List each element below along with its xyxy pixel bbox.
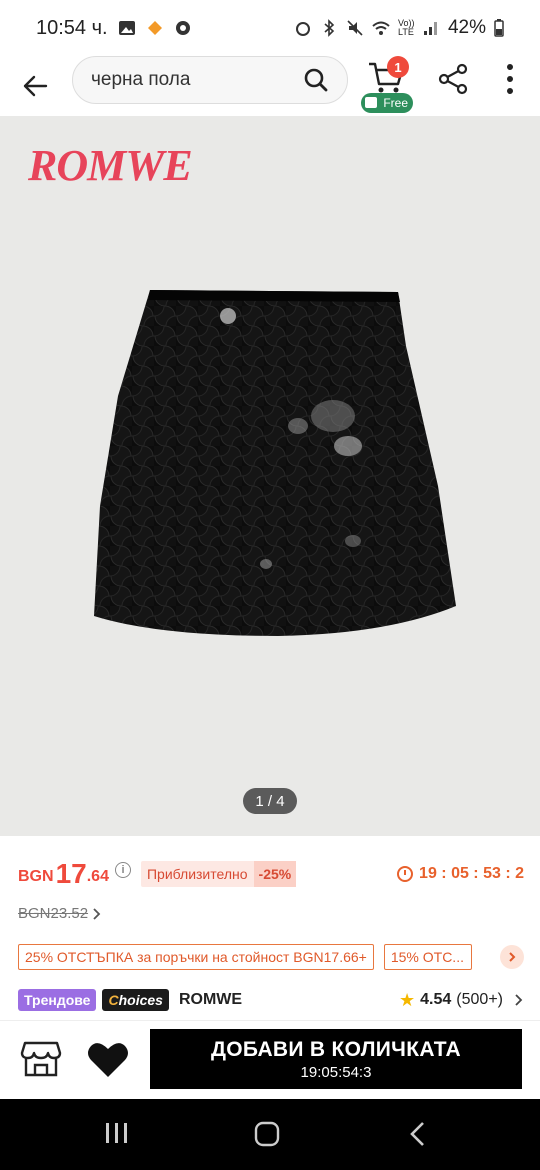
add-to-cart-label: ДОБАВИ В КОЛИЧКАТА (210, 1037, 462, 1061)
top-nav: черна пола 1 Free (0, 56, 540, 116)
choices-badge[interactable]: Choices (102, 989, 169, 1011)
back-arrow-icon (23, 75, 48, 97)
product-image-gallery[interactable]: ROMWE 1 / 4 (0, 116, 540, 836)
trend-badge[interactable]: Трендове (18, 989, 97, 1011)
share-icon[interactable] (436, 62, 470, 96)
settings-icon (175, 21, 190, 35)
original-price-row[interactable]: BGN23.52 (18, 905, 102, 922)
original-price: BGN23.52 (18, 905, 89, 922)
recents-icon[interactable] (104, 1121, 130, 1145)
coupon-more-button[interactable] (500, 945, 524, 969)
brand-name[interactable]: ROMWE (179, 991, 242, 1009)
choices-text: hoices (118, 992, 163, 1008)
chevron-right-icon (509, 952, 516, 962)
price-countdown-value: 19 : 05 : 53 : 2 (419, 865, 524, 882)
info-icon[interactable]: i (114, 862, 131, 878)
chevron-right-icon (515, 994, 523, 1006)
brand-logo: ROMWE (28, 141, 193, 190)
rating-value: 4.54 (420, 991, 452, 1008)
free-shipping-badge: Free (361, 93, 413, 113)
tags-row: Трендове Choices ROMWE ★ 4.54 (500+) (18, 988, 524, 1012)
chevron-right-icon (93, 907, 101, 920)
price-main: 17 (55, 858, 87, 889)
price-row: BGN 17 .64 i Приблизително -25% 19 : 05 … (18, 856, 524, 892)
battery-percent: 42% (447, 17, 486, 38)
clock-icon (397, 866, 414, 882)
approx-label: Приблизително (146, 866, 248, 882)
star-icon: ★ (399, 989, 416, 1010)
add-to-cart-button[interactable]: ДОБАВИ В КОЛИЧКАТА 19:05:54:3 (150, 1029, 522, 1089)
back-button[interactable] (0, 56, 70, 116)
status-bar: 10:54 ч. Vo)) LTE 42% (0, 0, 540, 56)
volte-label: Vo)) LTE (397, 18, 415, 37)
bottom-action-bar: ДОБАВИ В КОЛИЧКАТА 19:05:54:3 (0, 1021, 540, 1099)
price-decimal: .64 (86, 868, 109, 885)
discount-percent: -25% (253, 861, 297, 887)
free-label: Free (383, 96, 408, 110)
more-vert-icon[interactable] (500, 62, 520, 96)
search-icon[interactable] (303, 67, 329, 93)
back-icon[interactable] (408, 1121, 428, 1147)
approx-discount-badge: Приблизително -25% (140, 861, 297, 887)
system-nav-bar (0, 1099, 540, 1170)
status-time: 10:54 ч. (36, 16, 108, 39)
coupon-row: 25% ОТСТЪПКА за поръчки на стойност BGN1… (18, 944, 524, 970)
coupon-25[interactable]: 25% ОТСТЪПКА за поръчки на стойност BGN1… (18, 944, 374, 970)
home-icon[interactable] (254, 1121, 280, 1147)
gallery-icon (118, 21, 135, 35)
alarm-icon (295, 22, 310, 36)
review-count: (500+) (456, 991, 503, 1008)
signal-icon (423, 22, 437, 35)
bluetooth-icon (324, 19, 335, 37)
search-input[interactable]: черна пола (91, 69, 190, 91)
coupon-15[interactable]: 15% ОТС... (383, 944, 472, 970)
wifi-icon (372, 21, 390, 35)
product-image[interactable] (88, 286, 458, 646)
search-bar[interactable]: черна пола (72, 56, 348, 104)
store-icon[interactable] (20, 1039, 62, 1079)
truck-icon (365, 97, 377, 108)
image-page-indicator: 1 / 4 (243, 788, 297, 814)
price-currency: BGN (18, 868, 54, 885)
choices-c: C (108, 992, 119, 1008)
add-to-cart-countdown: 19:05:54:3 (300, 1063, 372, 1081)
price-countdown: 19 : 05 : 53 : 2 (397, 865, 524, 883)
app-notification-icon (147, 21, 162, 35)
mute-icon (347, 20, 363, 36)
battery-icon (494, 19, 504, 37)
cart-count-badge: 1 (387, 56, 409, 78)
rating-summary[interactable]: ★ 4.54 (500+) (399, 990, 524, 1011)
heart-icon[interactable] (86, 1039, 130, 1079)
